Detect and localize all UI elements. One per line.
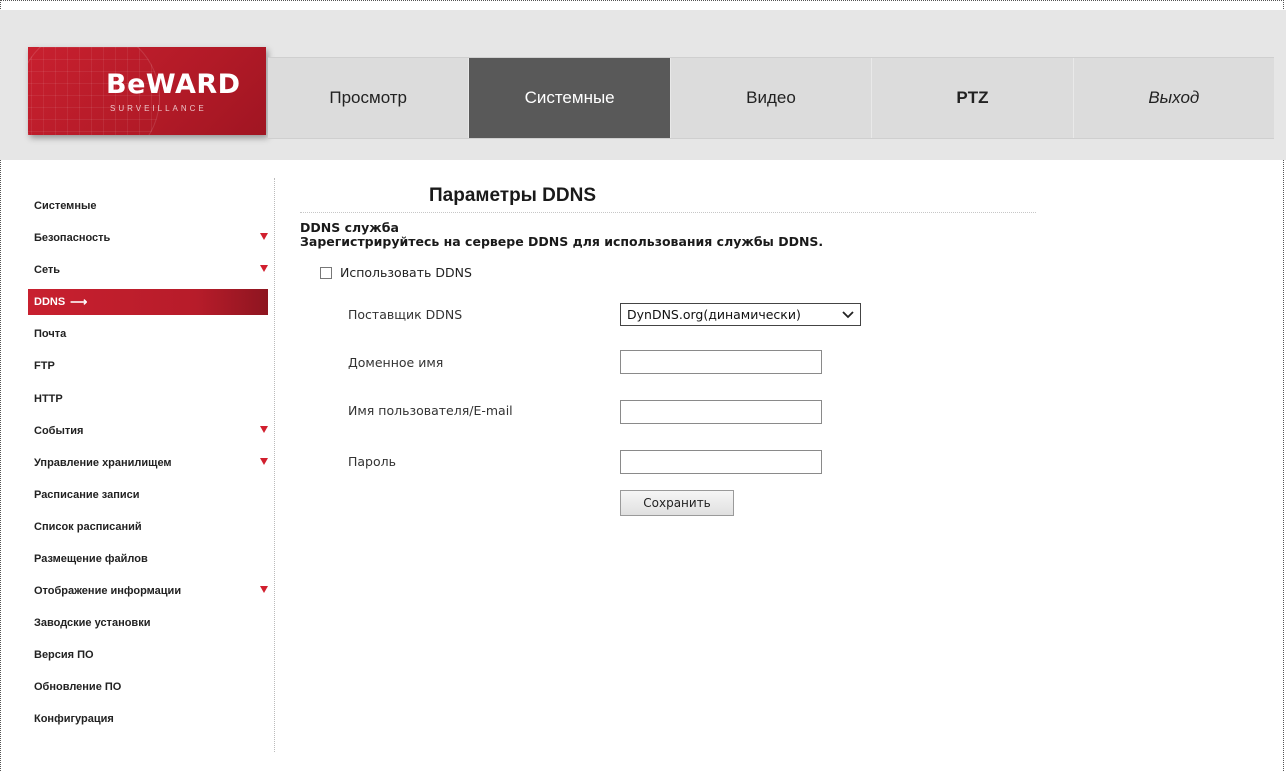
title-divider	[300, 212, 1036, 213]
sidebar-item-file-location[interactable]: Размещение файлов	[28, 543, 268, 575]
sidebar-item-ddns[interactable]: DDNS ⟶	[28, 289, 268, 316]
tab-logout[interactable]: Выход	[1072, 58, 1274, 138]
sidebar-item-events[interactable]: События	[28, 415, 268, 447]
password-input[interactable]	[620, 450, 822, 474]
username-label: Имя пользователя/E-mail	[348, 403, 513, 418]
expand-arrow-icon[interactable]	[260, 586, 268, 594]
sidebar-item-label: Список расписаний	[34, 520, 142, 533]
sidebar-item-firmware-update[interactable]: Обновление ПО	[28, 671, 268, 703]
expand-arrow-icon[interactable]	[260, 265, 268, 273]
main-nav: Просмотр Системные Видео PTZ Выход	[268, 57, 1274, 139]
expand-arrow-icon[interactable]	[260, 457, 268, 465]
username-input[interactable]	[620, 400, 822, 424]
sidebar-item-label: Системные	[34, 200, 97, 213]
sidebar-item-network[interactable]: Сеть	[28, 254, 268, 286]
use-ddns-row: Использовать DDNS	[320, 265, 472, 280]
sidebar-item-label: Расписание записи	[34, 488, 140, 501]
sidebar-item-configuration[interactable]: Конфигурация	[28, 703, 268, 735]
header-bar: BeWARD SURVEILLANCE Просмотр Системные В…	[0, 10, 1286, 160]
sidebar-item-ftp[interactable]: FTP	[28, 350, 268, 382]
arrow-right-icon: ⟶	[70, 295, 88, 310]
sidebar-item-label: Управление хранилищем	[34, 456, 172, 469]
sidebar-item-label: Обновление ПО	[34, 681, 122, 694]
sidebar-item-label: Размещение файлов	[34, 552, 148, 565]
sidebar-item-security[interactable]: Безопасность	[28, 222, 268, 254]
use-ddns-checkbox[interactable]	[320, 266, 332, 279]
sidebar-item-label: События	[34, 424, 84, 437]
provider-label: Поставщик DDNS	[348, 307, 463, 322]
sidebar-item-label: FTP	[34, 360, 55, 373]
sidebar-item-label: Сеть	[34, 264, 61, 277]
sidebar-item-mail[interactable]: Почта	[28, 318, 268, 350]
section-title: DDNS служба	[300, 220, 399, 235]
page-title: Параметры DDNS	[429, 185, 597, 206]
sidebar-item-firmware-version[interactable]: Версия ПО	[28, 639, 268, 671]
sidebar-item-factory-defaults[interactable]: Заводские установки	[28, 607, 268, 639]
sidebar-item-label: DDNS	[34, 296, 66, 309]
save-button[interactable]: Сохранить	[620, 490, 734, 516]
tab-system[interactable]: Системные	[468, 58, 670, 138]
domain-label: Доменное имя	[348, 355, 444, 370]
sidebar-item-info-display[interactable]: Отображение информации	[28, 575, 268, 607]
sidebar-divider	[274, 178, 275, 752]
brand-name: BeWARD	[106, 69, 241, 100]
tab-view[interactable]: Просмотр	[268, 58, 468, 138]
brand-tagline: SURVEILLANCE	[110, 104, 207, 113]
chevron-down-icon	[842, 310, 854, 318]
sidebar-item-storage[interactable]: Управление хранилищем	[28, 447, 268, 479]
sidebar-item-label: Версия ПО	[34, 649, 94, 662]
sidebar-item-label: HTTP	[34, 392, 63, 405]
brand-logo[interactable]: BeWARD SURVEILLANCE	[28, 47, 266, 135]
sidebar-menu: Системные Безопасность Сеть DDNS ⟶ Почта …	[28, 190, 268, 736]
expand-arrow-icon[interactable]	[260, 233, 268, 241]
provider-select-value: DynDNS.org(динамически)	[627, 307, 801, 322]
expand-arrow-icon[interactable]	[260, 425, 268, 433]
password-label: Пароль	[348, 454, 396, 469]
tab-video[interactable]: Видео	[669, 58, 871, 138]
sidebar-item-system[interactable]: Системные	[28, 190, 268, 222]
sidebar-item-schedule-list[interactable]: Список расписаний	[28, 511, 268, 543]
domain-input[interactable]	[620, 350, 822, 374]
provider-select[interactable]: DynDNS.org(динамически)	[620, 303, 861, 326]
use-ddns-label: Использовать DDNS	[340, 265, 472, 280]
sidebar-item-record-schedule[interactable]: Расписание записи	[28, 479, 268, 511]
sidebar-item-label: Отображение информации	[34, 585, 182, 598]
sidebar-item-label: Безопасность	[34, 232, 111, 245]
sidebar-item-label: Конфигурация	[34, 713, 114, 726]
tab-ptz[interactable]: PTZ	[871, 58, 1072, 138]
sidebar-item-http[interactable]: HTTP	[28, 382, 268, 414]
sidebar-item-label: Почта	[34, 328, 67, 341]
section-description: Зарегистрируйтесь на сервере DDNS для ис…	[300, 234, 824, 249]
sidebar-item-label: Заводские установки	[34, 617, 151, 630]
